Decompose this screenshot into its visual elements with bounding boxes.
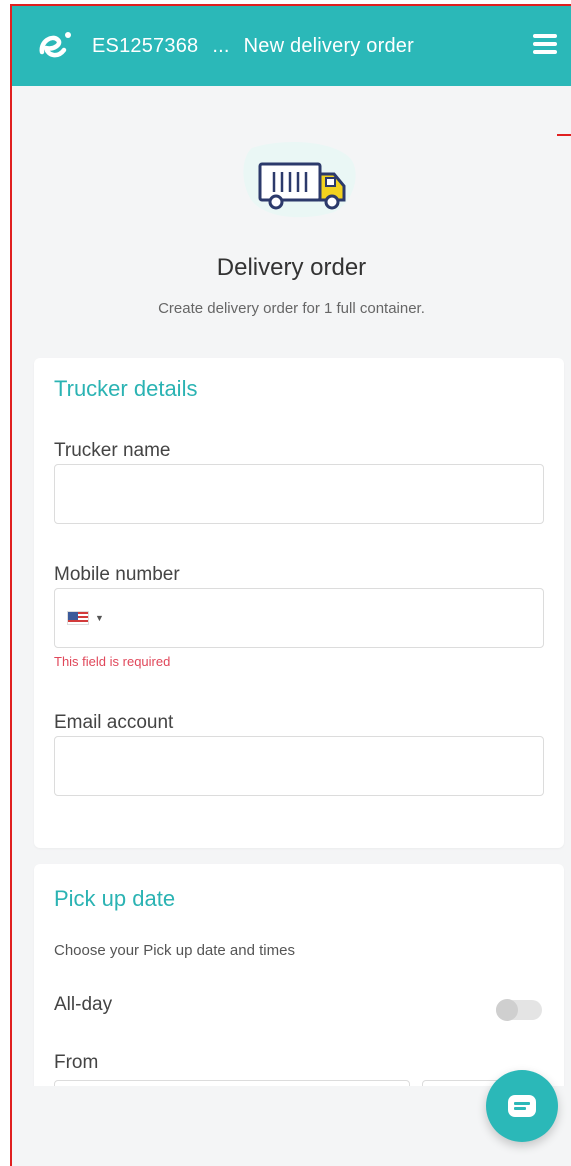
page-title: New delivery order [243, 34, 414, 57]
pickup-date-title: Pick up date [54, 886, 176, 911]
hero-title: Delivery order [216, 254, 367, 281]
hero-section: Delivery order Create delivery order for… [12, 86, 571, 356]
email-account-input[interactable] [54, 736, 544, 796]
mobile-number-error: This field is required [54, 654, 171, 669]
logo-icon[interactable] [34, 24, 76, 66]
truck-icon [243, 142, 356, 218]
breadcrumb: ES1257368 ... New delivery order [92, 6, 428, 86]
pickup-date-hint: Choose your Pick up date and times [54, 942, 295, 959]
order-id[interactable]: ES1257368 [92, 35, 198, 58]
mobile-number-label: Mobile number [54, 564, 180, 585]
all-day-label: All-day [54, 994, 113, 1015]
trucker-name-input[interactable] [54, 464, 544, 524]
trucker-name-label: Trucker name [54, 440, 171, 461]
country-code-select[interactable]: ▼ [67, 611, 104, 625]
app-frame: ES1257368 ... New delivery order Deliver… [10, 4, 571, 1166]
menu-icon[interactable] [533, 34, 557, 54]
email-account-label: Email account [54, 712, 174, 733]
chat-icon [508, 1095, 536, 1117]
trucker-details-title: Trucker details [54, 376, 198, 401]
top-bar: ES1257368 ... New delivery order [12, 6, 571, 86]
breadcrumb-ellipsis[interactable]: ... [212, 35, 229, 58]
mobile-number-input[interactable]: ▼ [54, 588, 544, 648]
us-flag-icon [67, 611, 89, 625]
from-label: From [54, 1052, 99, 1073]
trucker-details-card: Trucker details Trucker name Mobile numb… [34, 358, 564, 848]
chat-button[interactable] [486, 1070, 558, 1142]
hero-subtitle: Create delivery order for 1 full contain… [158, 300, 425, 317]
caret-down-icon: ▼ [95, 613, 104, 623]
all-day-toggle[interactable] [496, 999, 542, 1021]
